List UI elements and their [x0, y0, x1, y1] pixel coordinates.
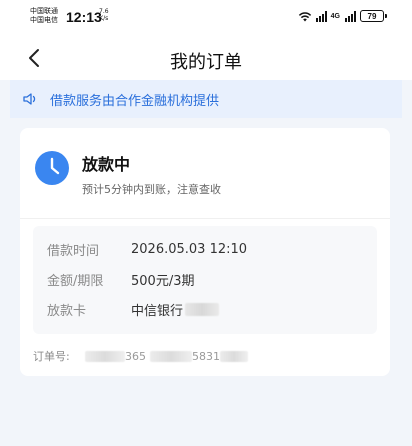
wifi-icon [298, 11, 311, 21]
signal-icon [315, 10, 327, 22]
redacted-order-number [220, 350, 248, 362]
notice-bar: 借款服务由合作金融机构提供 [10, 80, 402, 118]
battery-level: 79 [367, 11, 377, 21]
divider [20, 218, 390, 219]
signal-type-label: 4G [330, 12, 340, 20]
clock-time: 12:13 [66, 9, 102, 25]
detail-label: 金额/期限 [47, 274, 104, 289]
order-card: 放款中 预计5分钟内到账，注意查收 借款时间 2026.05.03 12:10 … [20, 128, 390, 376]
network-speed: 7.6 K/s [99, 8, 109, 22]
order-details: 借款时间 2026.05.03 12:10 金额/期限 500元/3期 放款卡 … [33, 226, 377, 334]
network-speed-value: 7.6 [99, 8, 109, 15]
order-status-texts: 放款中 预计5分钟内到账，注意查收 [82, 150, 221, 197]
nav-bar: 我的订单 [0, 36, 412, 80]
order-number-label: 订单号: [33, 350, 70, 363]
network-speed-unit: K/s [99, 15, 109, 22]
detail-label: 放款卡 [47, 304, 87, 319]
carrier-2: 中国电信 [30, 16, 58, 24]
page-title: 我的订单 [170, 52, 242, 73]
detail-value: 2026.05.03 12:10 [131, 242, 248, 257]
order-number-fragment: 365 [125, 349, 146, 363]
battery-icon: 79 [360, 10, 387, 22]
order-status-title: 放款中 [82, 155, 131, 174]
speaker-icon [23, 93, 36, 105]
order-status: 放款中 预计5分钟内到账，注意查收 [34, 150, 221, 197]
order-status-subtitle: 预计5分钟内到账，注意查收 [82, 183, 221, 196]
order-number-fragment: 5831 [192, 349, 220, 363]
detail-row-loan-time: 借款时间 2026.05.03 12:10 [47, 240, 247, 259]
signal-icon [345, 10, 356, 22]
redacted-order-number [85, 350, 125, 362]
clock-icon [35, 151, 69, 185]
carrier-1: 中国联通 [30, 7, 58, 15]
status-bar: 中国联通 中国电信 12:13 7.6 K/s 4G 79 [0, 0, 412, 36]
detail-value: 500元/3期 [131, 274, 195, 289]
notice-text: 借款服务由合作金融机构提供 [50, 93, 220, 109]
status-icons: 4G 79 [298, 10, 387, 22]
redacted-order-number [150, 350, 192, 362]
order-number-row: 订单号: 365 5831 [33, 348, 248, 364]
detail-row-card: 放款卡 中信银行 [47, 300, 220, 319]
carrier-names: 中国联通 中国电信 [30, 7, 58, 25]
detail-label: 借款时间 [47, 244, 100, 259]
detail-row-amount-term: 金额/期限 500元/3期 [47, 270, 194, 289]
detail-value: 中信银行 [131, 304, 184, 319]
redacted-card-number [185, 303, 220, 316]
